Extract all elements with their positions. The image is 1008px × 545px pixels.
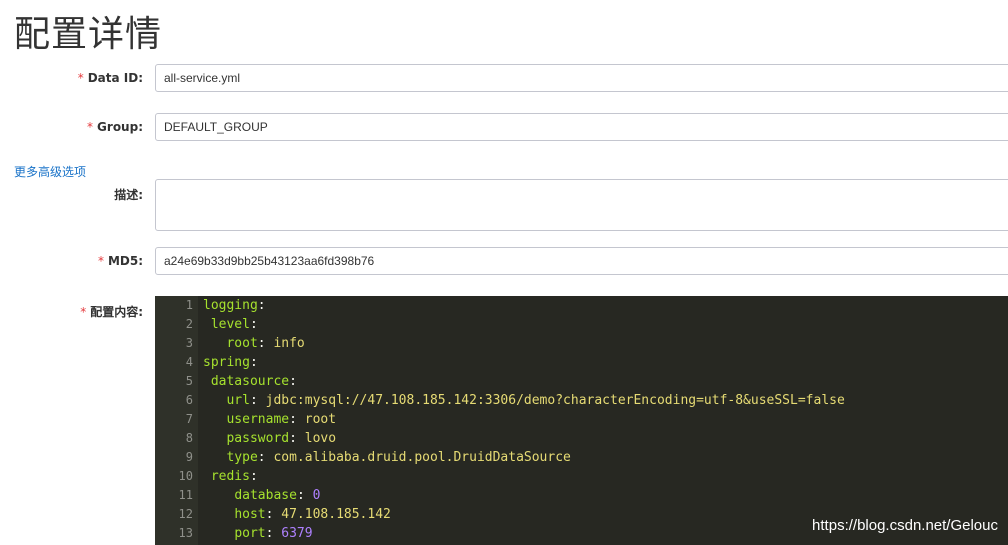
code-text: type: com.alibaba.druid.pool.DruidDataSo… (226, 450, 571, 465)
line-number: 2 (185, 317, 193, 331)
code-line[interactable]: 8 password: lovo (155, 429, 1008, 448)
code-line[interactable]: 4 spring: (155, 353, 1008, 372)
code-text: level: (210, 317, 258, 332)
yaml-key: port (234, 526, 266, 541)
yaml-value: 47.108.185.142 (281, 507, 391, 522)
yaml-key: root (226, 336, 258, 351)
code-line[interactable]: 7 username: root (155, 410, 1008, 429)
content-label: * 配置内容: (80, 305, 143, 319)
yaml-value: info (273, 336, 305, 351)
code-line[interactable]: 2 level: (155, 315, 1008, 334)
code-text: redis: (210, 469, 258, 484)
line-number: 4 (185, 355, 193, 369)
code-text: port: 6379 (234, 526, 313, 541)
line-number: 9 (185, 450, 193, 464)
line-number: 1 (185, 298, 193, 312)
md5-label: * MD5: (97, 254, 143, 268)
code-line[interactable]: 3 root: info (155, 334, 1008, 353)
code-line[interactable]: 6 url: jdbc:mysql://47.108.185.142:3306/… (155, 391, 1008, 410)
code-text: host: 47.108.185.142 (234, 507, 391, 522)
code-line[interactable]: 1 logging: (155, 296, 1008, 315)
yaml-value: com.alibaba.druid.pool.DruidDataSource (273, 450, 571, 465)
code-line[interactable]: 11 database: 0 (155, 486, 1008, 505)
yaml-key: level (210, 317, 250, 332)
yaml-value: lovo (304, 431, 337, 446)
line-number: 13 (178, 526, 193, 540)
group-label: * Group: (87, 120, 143, 134)
line-number: 3 (185, 336, 193, 350)
description-label: 描述: (114, 188, 143, 202)
yaml-value: 6379 (281, 526, 313, 541)
line-number: 6 (185, 393, 193, 407)
code-editor[interactable]: 1 logging: 2 level: 3 root: info 4 spring: 5 d… (155, 296, 1008, 545)
line-number: 8 (185, 431, 193, 445)
code-line[interactable]: 10 redis: (155, 467, 1008, 486)
yaml-key: database (234, 488, 297, 503)
group-input[interactable] (155, 113, 1008, 141)
yaml-value: jdbc:mysql://47.108.185.142:3306/demo?ch… (265, 393, 845, 408)
yaml-key: redis (210, 469, 250, 484)
line-number: 11 (178, 488, 193, 502)
code-text: username: root (226, 412, 337, 427)
yaml-key: url (226, 393, 250, 408)
code-text: database: 0 (234, 488, 321, 503)
code-text: root: info (226, 336, 305, 351)
yaml-key: logging (203, 298, 258, 313)
yaml-key: spring (203, 355, 250, 370)
md5-input[interactable] (155, 247, 1008, 275)
yaml-key: password (226, 431, 290, 446)
required-mark: * (87, 120, 94, 134)
code-line[interactable]: 9 type: com.alibaba.druid.pool.DruidData… (155, 448, 1008, 467)
line-number: 5 (185, 374, 193, 388)
description-textarea[interactable] (155, 179, 1008, 231)
code-text: datasource: (210, 374, 297, 389)
yaml-key: username (226, 412, 290, 427)
code-text: logging: (203, 298, 266, 313)
yaml-key: datasource (210, 374, 290, 389)
yaml-key: type (226, 450, 258, 465)
required-mark: * (97, 254, 104, 268)
watermark: https://blog.csdn.net/Gelouc (812, 517, 998, 534)
yaml-value: 0 (312, 488, 321, 503)
yaml-key: host (234, 507, 266, 522)
code-text: url: jdbc:mysql://47.108.185.142:3306/de… (226, 393, 845, 408)
required-mark: * (77, 71, 84, 85)
yaml-value: root (304, 412, 337, 427)
code-text: spring: (203, 355, 258, 370)
code-line[interactable]: 5 datasource: (155, 372, 1008, 391)
line-number: 12 (178, 507, 193, 521)
code-text: password: lovo (226, 431, 337, 446)
data-id-label: * Data ID: (77, 71, 143, 85)
data-id-input[interactable] (155, 64, 1008, 92)
advanced-options-link[interactable]: 更多高级选项 (14, 163, 86, 180)
required-mark: * (80, 305, 87, 319)
page-title: 配置详情 (14, 14, 163, 55)
line-number: 7 (185, 412, 193, 426)
line-number: 10 (178, 469, 193, 483)
